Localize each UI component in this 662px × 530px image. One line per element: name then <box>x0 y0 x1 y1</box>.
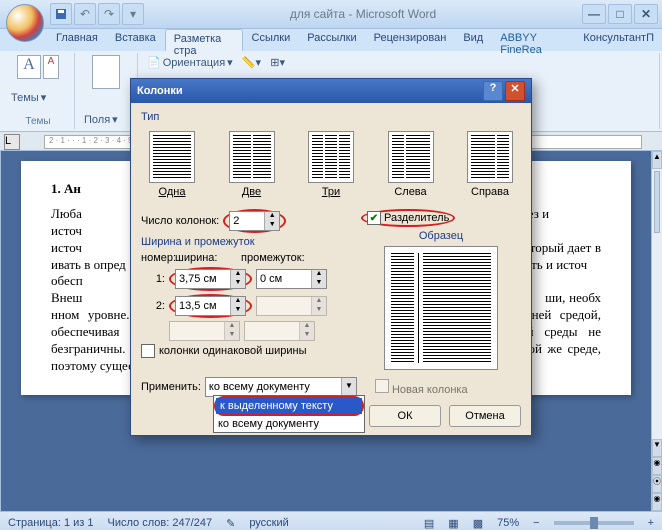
chevron-down-icon[interactable]: ▼ <box>341 378 356 396</box>
tab-abbyy[interactable]: ABBYY FineRea <box>492 29 574 51</box>
separator-label: Разделитель <box>384 212 449 224</box>
view-print-icon[interactable]: ▤ <box>424 517 434 530</box>
width-2-spinner[interactable]: ▲▼ <box>175 296 246 316</box>
tab-selector[interactable]: L <box>4 134 20 150</box>
preset-three[interactable]: Три <box>308 131 354 198</box>
preset-right[interactable]: Справа <box>467 131 513 198</box>
preset-one[interactable]: Одна <box>149 131 195 198</box>
status-bar: Страница: 1 из 1 Число слов: 247/247 ✎ р… <box>0 511 662 530</box>
next-page-icon[interactable]: ◉ <box>652 493 662 511</box>
margins-icon[interactable] <box>92 55 120 89</box>
scroll-down-icon[interactable]: ▼ <box>652 439 662 457</box>
spin-up-icon[interactable]: ▲ <box>265 212 279 221</box>
zoom-slider[interactable] <box>554 521 634 525</box>
apply-label: Применить: <box>141 381 201 393</box>
scroll-thumb[interactable] <box>654 171 660 233</box>
orientation-button[interactable]: 📄 Ориентация ▾ 📏▾ ⊞▾ <box>144 55 653 70</box>
window-title: для сайта - Microsoft Word <box>144 7 582 21</box>
margins-button[interactable]: Поля ▾ <box>81 112 131 127</box>
spin-down-icon[interactable]: ▼ <box>265 221 279 230</box>
apply-to-list[interactable]: к выделенному тексту ко всему документу <box>213 395 365 433</box>
tab-insert[interactable]: Вставка <box>107 29 164 51</box>
apply-option-all[interactable]: ко всему документу <box>214 416 364 432</box>
redo-icon[interactable]: ↷ <box>98 3 120 25</box>
themes-button[interactable]: Темы ▾ <box>8 90 68 105</box>
gap-1-spinner[interactable]: ▲▼ <box>256 269 327 289</box>
quick-access-toolbar: ↶ ↷ ▾ <box>50 3 144 25</box>
title-bar: ↶ ↷ ▾ для сайта - Microsoft Word — □ ✕ <box>0 0 662 29</box>
preset-left[interactable]: Слева <box>388 131 434 198</box>
status-lang[interactable]: русский <box>249 517 288 529</box>
undo-icon[interactable]: ↶ <box>74 3 96 25</box>
sample-preview <box>384 246 498 370</box>
preset-two[interactable]: Две <box>229 131 275 198</box>
zoom-in-icon[interactable]: + <box>648 517 654 529</box>
vertical-scrollbar[interactable]: ▲ ▼ ◉ ⦿ ◉ <box>651 151 662 511</box>
tab-consultant[interactable]: КонсультантП <box>575 29 662 51</box>
scroll-up-icon[interactable]: ▲ <box>652 151 662 169</box>
num-columns-spinner[interactable]: ▲▼ <box>229 211 280 231</box>
apply-option-selected[interactable]: к выделенному тексту <box>216 398 362 414</box>
columns-dialog: Колонки ? ✕ Тип Одна Две Три Слева Справ… <box>130 78 532 436</box>
ribbon-tabs: Главная Вставка Разметка стра Ссылки Рас… <box>0 29 662 51</box>
cancel-button[interactable]: Отмена <box>449 405 521 427</box>
apply-to-dropdown[interactable]: ко всему документу ▼ <box>205 377 357 397</box>
close-button[interactable]: ✕ <box>634 4 658 24</box>
equal-width-label: колонки одинаковой ширины <box>159 345 307 357</box>
width-1-spinner[interactable]: ▲▼ <box>175 269 246 289</box>
sample-label: Образец <box>361 230 521 242</box>
group-themes-label: Темы <box>8 116 68 127</box>
zoom-out-icon[interactable]: − <box>533 517 539 529</box>
dialog-titlebar[interactable]: Колонки ? ✕ <box>131 79 531 103</box>
tab-review[interactable]: Рецензирован <box>366 29 455 51</box>
prev-page-icon[interactable]: ◉ <box>652 457 662 475</box>
num-columns-input[interactable] <box>230 212 264 230</box>
ok-button[interactable]: ОК <box>369 405 441 427</box>
office-button[interactable] <box>6 4 44 42</box>
view-read-icon[interactable]: ▦ <box>448 517 458 530</box>
equal-width-checkbox[interactable] <box>141 344 155 358</box>
new-column-checkbox <box>375 379 389 393</box>
zoom-level[interactable]: 75% <box>497 517 519 529</box>
dialog-help-button[interactable]: ? <box>483 81 503 101</box>
qat-dropdown-icon[interactable]: ▾ <box>122 3 144 25</box>
view-web-icon[interactable]: ▩ <box>473 517 483 530</box>
status-page[interactable]: Страница: 1 из 1 <box>8 517 94 529</box>
tab-layout[interactable]: Разметка стра <box>165 29 243 51</box>
dialog-close-button[interactable]: ✕ <box>505 81 525 101</box>
tab-view[interactable]: Вид <box>455 29 491 51</box>
browse-object-icon[interactable]: ⦿ <box>652 475 662 493</box>
dialog-title: Колонки <box>137 85 183 97</box>
tab-home[interactable]: Главная <box>48 29 106 51</box>
gap-2-spinner[interactable]: ▲▼ <box>256 296 327 316</box>
save-icon[interactable] <box>50 3 72 25</box>
minimize-button[interactable]: — <box>582 4 606 24</box>
status-words[interactable]: Число слов: 247/247 <box>108 517 213 529</box>
spellcheck-icon[interactable]: ✎ <box>226 517 235 530</box>
num-columns-label: Число колонок: <box>141 215 219 227</box>
tab-references[interactable]: Ссылки <box>244 29 299 51</box>
width-gap-label: Ширина и промежуток <box>141 236 347 248</box>
type-group-label: Тип <box>141 111 521 123</box>
maximize-button[interactable]: □ <box>608 4 632 24</box>
tab-mailings[interactable]: Рассылки <box>299 29 364 51</box>
separator-checkbox[interactable]: ✔ <box>367 211 381 225</box>
